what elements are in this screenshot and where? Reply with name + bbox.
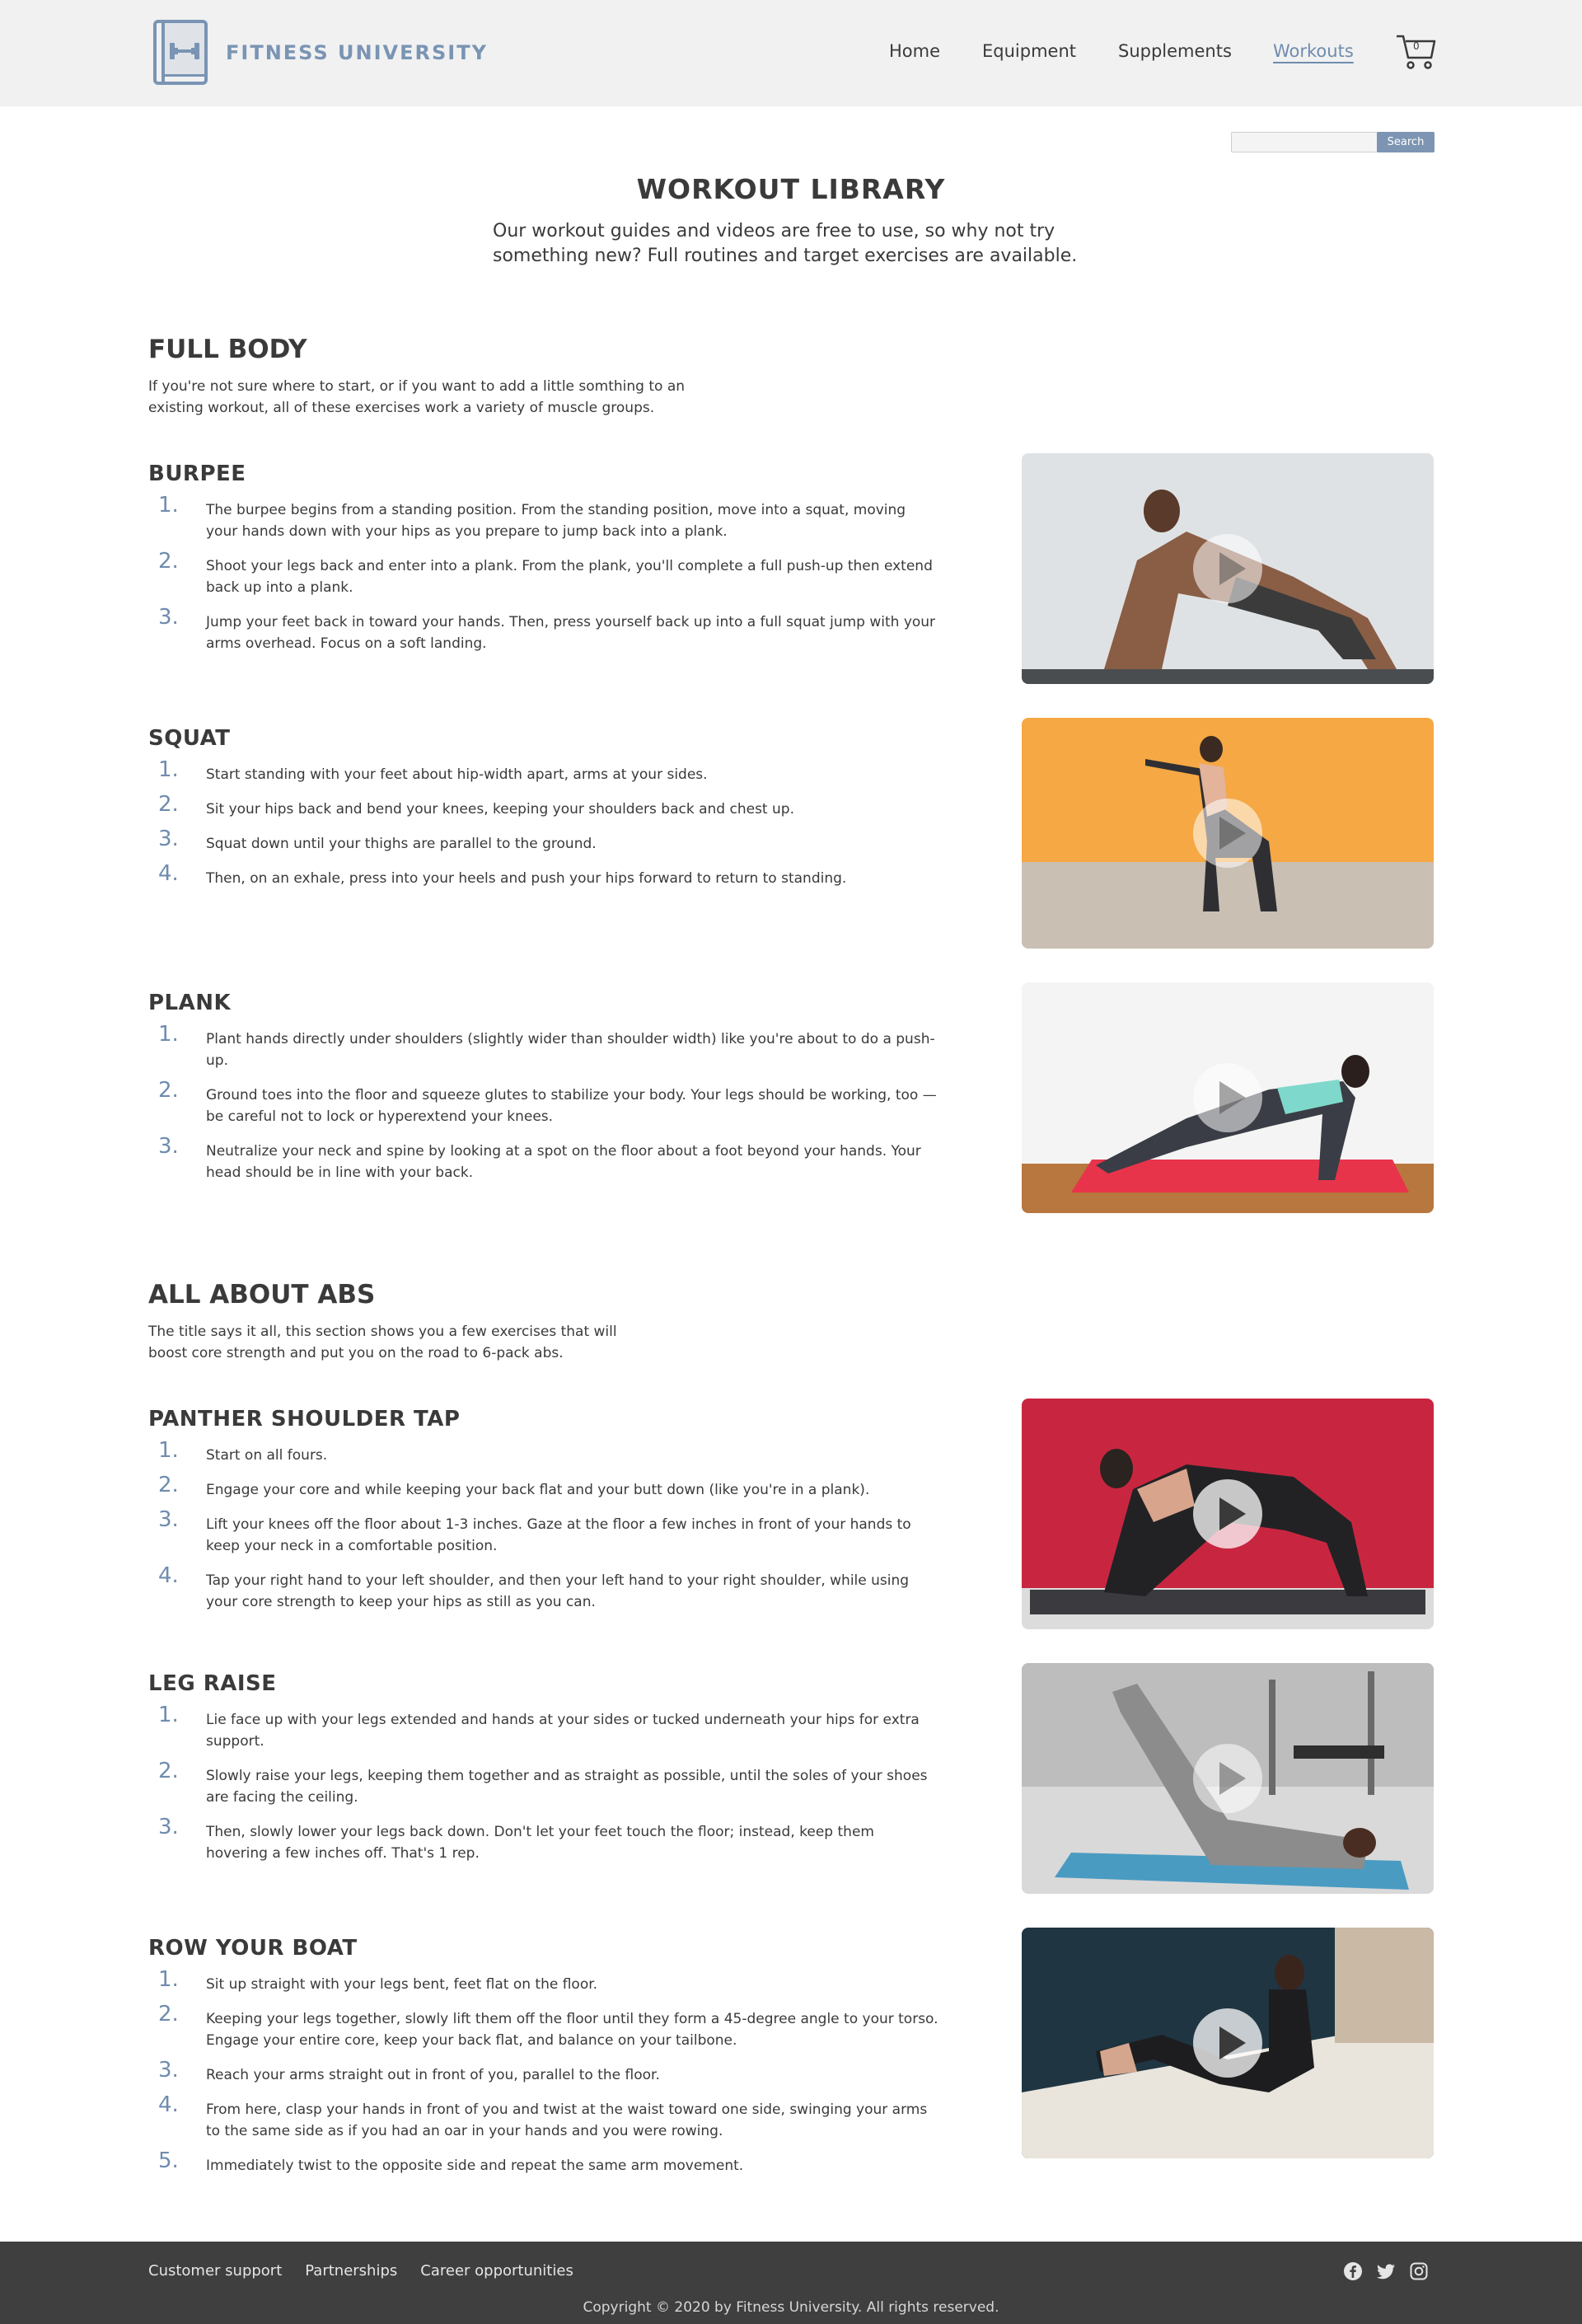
step-number: 3. bbox=[158, 1134, 179, 1159]
video-plank[interactable] bbox=[1022, 982, 1434, 1213]
step-number: 2. bbox=[158, 1759, 179, 1783]
step-item: 4. Tap your right hand to your left shoul… bbox=[158, 1563, 910, 1610]
step-number: 2. bbox=[158, 2002, 179, 2026]
footer-link-customer-support[interactable]: Customer support bbox=[148, 2262, 282, 2279]
play-icon[interactable] bbox=[1193, 1063, 1262, 1132]
step-number: 2. bbox=[158, 549, 179, 574]
play-icon[interactable] bbox=[1193, 799, 1262, 868]
site-footer: Customer support Partnerships Career opp… bbox=[0, 2242, 1582, 2324]
instagram-icon[interactable] bbox=[1409, 2261, 1429, 2281]
exercise-title-leg-raise: LEG RAISE bbox=[148, 1671, 277, 1696]
copyright-text: Copyright © 2020 by Fitness University. … bbox=[583, 2299, 999, 2316]
step-item: 1. Plant hands directly under shoulders (… bbox=[158, 1022, 935, 1069]
step-number: 3. bbox=[158, 2058, 179, 2083]
nav-equipment[interactable]: Equipment bbox=[982, 41, 1076, 61]
step-item: 2. Keeping your legs together, slowly lif… bbox=[158, 2002, 938, 2049]
step-item: 2. Shoot your legs back and enter into a … bbox=[158, 549, 933, 596]
video-burpee[interactable] bbox=[1022, 453, 1434, 684]
nav-supplements[interactable]: Supplements bbox=[1118, 41, 1232, 61]
step-number: 1. bbox=[158, 1703, 179, 1727]
exercise-title-row-your-boat: ROW YOUR BOAT bbox=[148, 1936, 358, 1961]
step-number: 1. bbox=[158, 493, 179, 518]
exercise-steps-leg-raise: 1. Lie face up with your legs extended an… bbox=[148, 1703, 939, 1864]
exercise-title-plank: PLANK bbox=[148, 991, 232, 1015]
footer-link-partnerships[interactable]: Partnerships bbox=[305, 2262, 397, 2279]
section-title-full-body: FULL BODY bbox=[148, 335, 307, 364]
step-item: 1. Start standing with your feet about hi… bbox=[158, 757, 708, 783]
page-title: WORKOUT LIBRARY bbox=[636, 173, 946, 205]
step-item: 1. Sit up straight with your legs bent, f… bbox=[158, 1967, 598, 1993]
footer-links: Customer support Partnerships Career opp… bbox=[148, 2262, 573, 2279]
brand-logo[interactable]: FITNESS UNIVERSITY bbox=[152, 18, 488, 87]
step-item: 2. Ground toes into the floor and squeeze… bbox=[158, 1078, 937, 1125]
step-number: 3. bbox=[158, 827, 179, 851]
exercise-title-squat: SQUAT bbox=[148, 726, 231, 751]
step-number: 3. bbox=[158, 1507, 179, 1532]
step-number: 1. bbox=[158, 1967, 179, 1992]
step-item: 2. Engage your core and while keeping you… bbox=[158, 1473, 870, 1498]
social-links bbox=[1343, 2261, 1429, 2281]
step-item: 4. Then, on an exhale, press into your he… bbox=[158, 861, 847, 887]
step-item: 2. Sit your hips back and bend your knees… bbox=[158, 792, 794, 818]
step-item: 1. The burpee begins from a standing posi… bbox=[158, 493, 906, 540]
exercise-steps-row-your-boat: 1. Sit up straight with your legs bent, f… bbox=[148, 1967, 939, 2176]
step-item: 5. Immediately twist to the opposite side… bbox=[158, 2148, 744, 2174]
step-number: 1. bbox=[158, 757, 179, 782]
play-icon[interactable] bbox=[1193, 534, 1262, 603]
shopping-cart-icon bbox=[1397, 35, 1436, 69]
site-header: FITNESS UNIVERSITY Home Equipment Supple… bbox=[0, 0, 1582, 106]
dumbbell-book-icon bbox=[153, 20, 208, 85]
twitter-icon[interactable] bbox=[1376, 2261, 1396, 2281]
step-item: 3. Neutralize your neck and spine by look… bbox=[158, 1134, 921, 1181]
section-title-all-about-abs: ALL ABOUT ABS bbox=[148, 1280, 376, 1310]
exercise-title-panther-shoulder-tap: PANTHER SHOULDER TAP bbox=[148, 1407, 461, 1431]
step-item: 3. Jump your feet back in toward your han… bbox=[158, 605, 936, 652]
step-item: 2. Slowly raise your legs, keeping them t… bbox=[158, 1759, 928, 1806]
step-item: 1. Lie face up with your legs extended an… bbox=[158, 1703, 920, 1750]
step-item: 3. Lift your knees off the floor about 1-… bbox=[158, 1507, 911, 1554]
search-input[interactable] bbox=[1231, 132, 1378, 152]
video-panther-shoulder-tap[interactable] bbox=[1022, 1399, 1434, 1629]
exercise-title-burpee: BURPEE bbox=[148, 462, 246, 486]
play-icon[interactable] bbox=[1193, 1744, 1262, 1813]
search-button[interactable]: Search bbox=[1377, 132, 1435, 152]
step-number: 2. bbox=[158, 792, 179, 817]
step-number: 4. bbox=[158, 861, 179, 886]
page-intro: Our workout guides and videos are free t… bbox=[493, 221, 1078, 266]
step-item: 3. Reach your arms straight out in front … bbox=[158, 2058, 660, 2083]
section-description-full-body: If you're not sure where to start, or if… bbox=[148, 378, 686, 416]
exercise-steps-squat: 1. Start standing with your feet about hi… bbox=[148, 757, 939, 889]
step-number: 1. bbox=[158, 1438, 179, 1463]
section-description-all-about-abs: The title says it all, this section show… bbox=[148, 1324, 617, 1361]
facebook-icon[interactable] bbox=[1343, 2261, 1363, 2281]
step-number: 4. bbox=[158, 2092, 179, 2117]
exercise-steps-burpee: 1. The burpee begins from a standing posi… bbox=[148, 493, 939, 654]
step-number: 2. bbox=[158, 1078, 179, 1103]
cart-count: 0 bbox=[1413, 40, 1420, 52]
brand-name: FITNESS UNIVERSITY bbox=[226, 40, 488, 64]
step-number: 1. bbox=[158, 1022, 179, 1047]
play-icon[interactable] bbox=[1193, 2008, 1262, 2078]
step-item: 4. From here, clasp your hands in front o… bbox=[158, 2092, 928, 2139]
play-icon[interactable] bbox=[1193, 1479, 1262, 1549]
step-item: 3. Then, slowly lower your legs back down… bbox=[158, 1815, 874, 1862]
nav-home[interactable]: Home bbox=[889, 41, 940, 61]
exercise-steps-plank: 1. Plant hands directly under shoulders (… bbox=[148, 1022, 939, 1183]
step-item: 1. Start on all fours. bbox=[158, 1438, 328, 1464]
nav-workouts[interactable]: Workouts bbox=[1273, 41, 1354, 61]
cart-button[interactable]: 0 bbox=[1395, 33, 1436, 71]
step-number: 2. bbox=[158, 1473, 179, 1497]
video-leg-raise[interactable] bbox=[1022, 1663, 1434, 1894]
step-item: 3. Squat down until your thighs are paral… bbox=[158, 827, 597, 852]
video-squat[interactable] bbox=[1022, 718, 1434, 949]
exercise-steps-panther-shoulder-tap: 1. Start on all fours. 2. Engage your core… bbox=[148, 1438, 939, 1613]
step-number: 3. bbox=[158, 605, 179, 630]
step-number: 5. bbox=[158, 2148, 179, 2173]
step-number: 3. bbox=[158, 1815, 179, 1839]
step-number: 4. bbox=[158, 1563, 179, 1588]
footer-link-career-opportunities[interactable]: Career opportunities bbox=[420, 2262, 573, 2279]
video-row-your-boat[interactable] bbox=[1022, 1928, 1434, 2158]
